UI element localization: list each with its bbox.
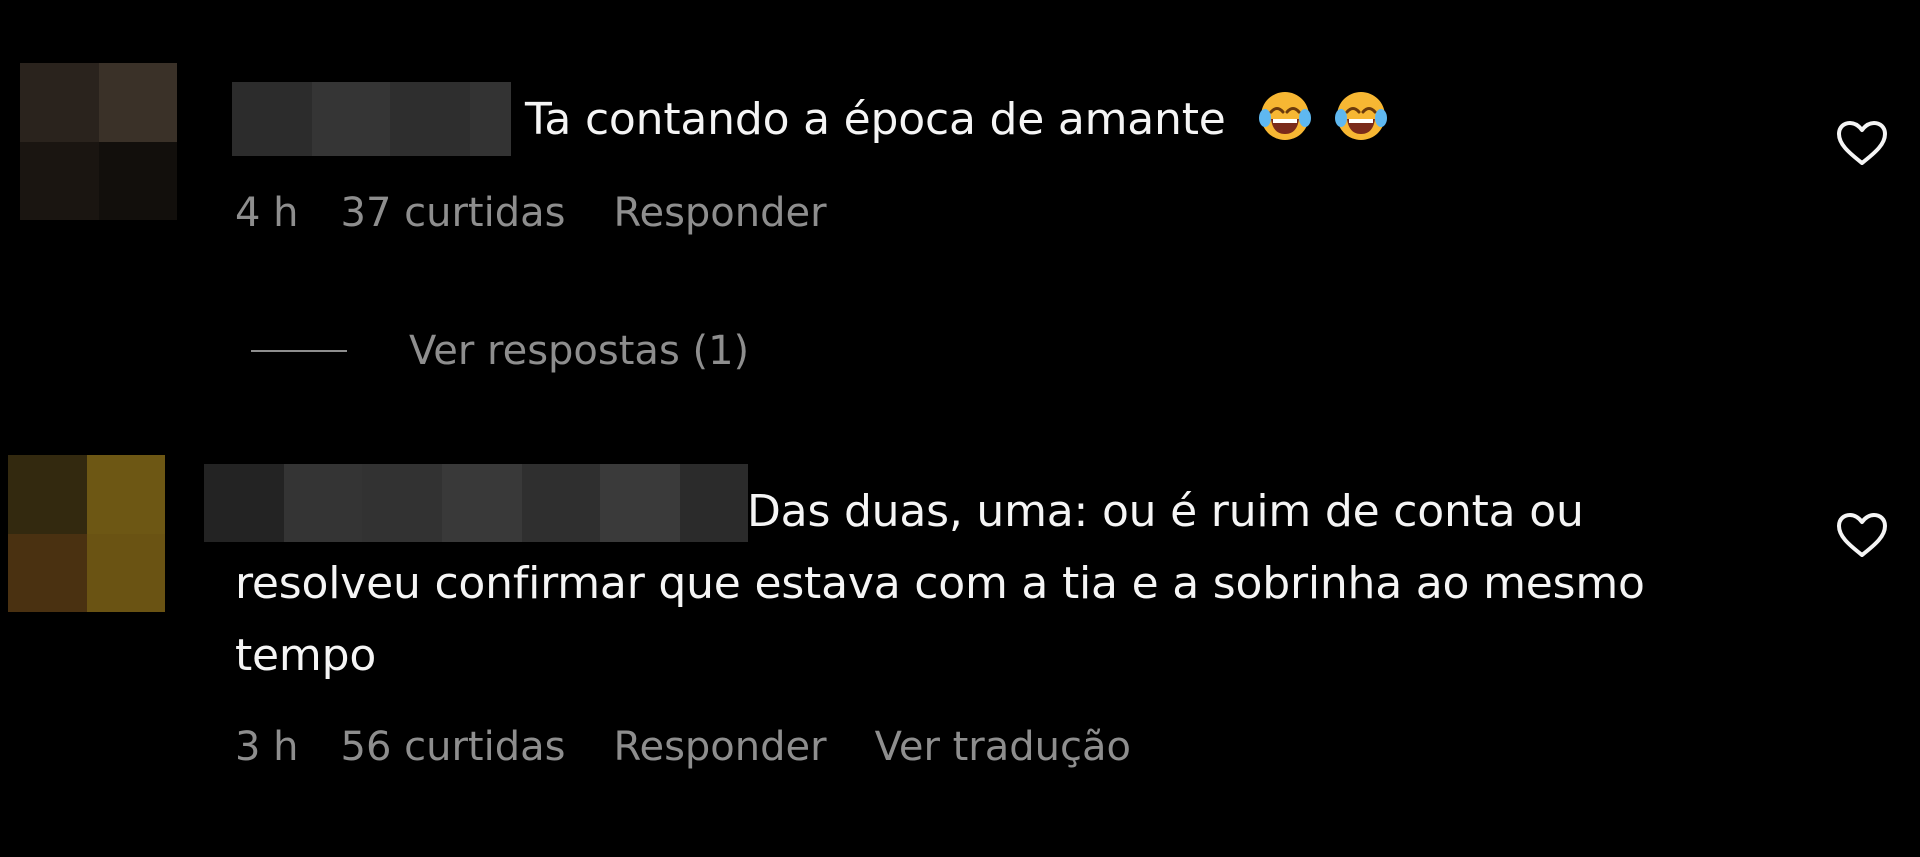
like-count[interactable]: 56 curtidas — [341, 724, 566, 770]
reply-button[interactable]: Responder — [613, 724, 826, 770]
comment-time: 3 h — [235, 724, 299, 770]
comment-time: 4 h — [235, 190, 299, 236]
avatar-tile — [98, 63, 177, 142]
avatar[interactable] — [8, 455, 165, 612]
comment-body: Ta contando a época de amante — [525, 94, 1226, 145]
comment-text: Das duas, uma: ou é ruim de conta ou res… — [235, 476, 1685, 692]
like-count[interactable]: 37 curtidas — [341, 190, 566, 236]
avatar-tile — [86, 533, 165, 612]
face-with-tears-of-joy-icon — [1259, 92, 1312, 140]
comment-meta: 4 h 37 curtidas Responder — [235, 190, 827, 236]
blur-block — [312, 82, 390, 156]
comment-meta: 3 h 56 curtidas Responder Ver tradução — [235, 724, 1131, 770]
view-replies-button[interactable]: Ver respostas (1) — [251, 328, 749, 374]
blur-block — [470, 82, 511, 156]
comment-text: Ta contando a época de amante — [525, 84, 1389, 156]
view-replies-label: Ver respostas (1) — [409, 328, 750, 374]
comment-body: Das duas, uma: ou é ruim de conta ou res… — [235, 486, 1645, 681]
avatar-tile — [8, 455, 87, 534]
reply-button[interactable]: Responder — [613, 190, 826, 236]
username-redacted[interactable] — [232, 82, 511, 156]
blur-block — [232, 82, 312, 156]
blur-block — [390, 82, 470, 156]
face-with-tears-of-joy-icon — [1335, 92, 1388, 140]
avatar-tile — [86, 455, 165, 534]
avatar[interactable] — [20, 63, 177, 220]
replies-divider-line — [251, 350, 347, 352]
heart-outline-icon[interactable] — [1836, 120, 1888, 166]
translate-button[interactable]: Ver tradução — [875, 724, 1131, 770]
heart-outline-icon[interactable] — [1836, 512, 1888, 558]
avatar-tile — [20, 141, 99, 220]
avatar-tile — [20, 63, 99, 142]
avatar-tile — [8, 533, 87, 612]
avatar-tile — [98, 141, 177, 220]
